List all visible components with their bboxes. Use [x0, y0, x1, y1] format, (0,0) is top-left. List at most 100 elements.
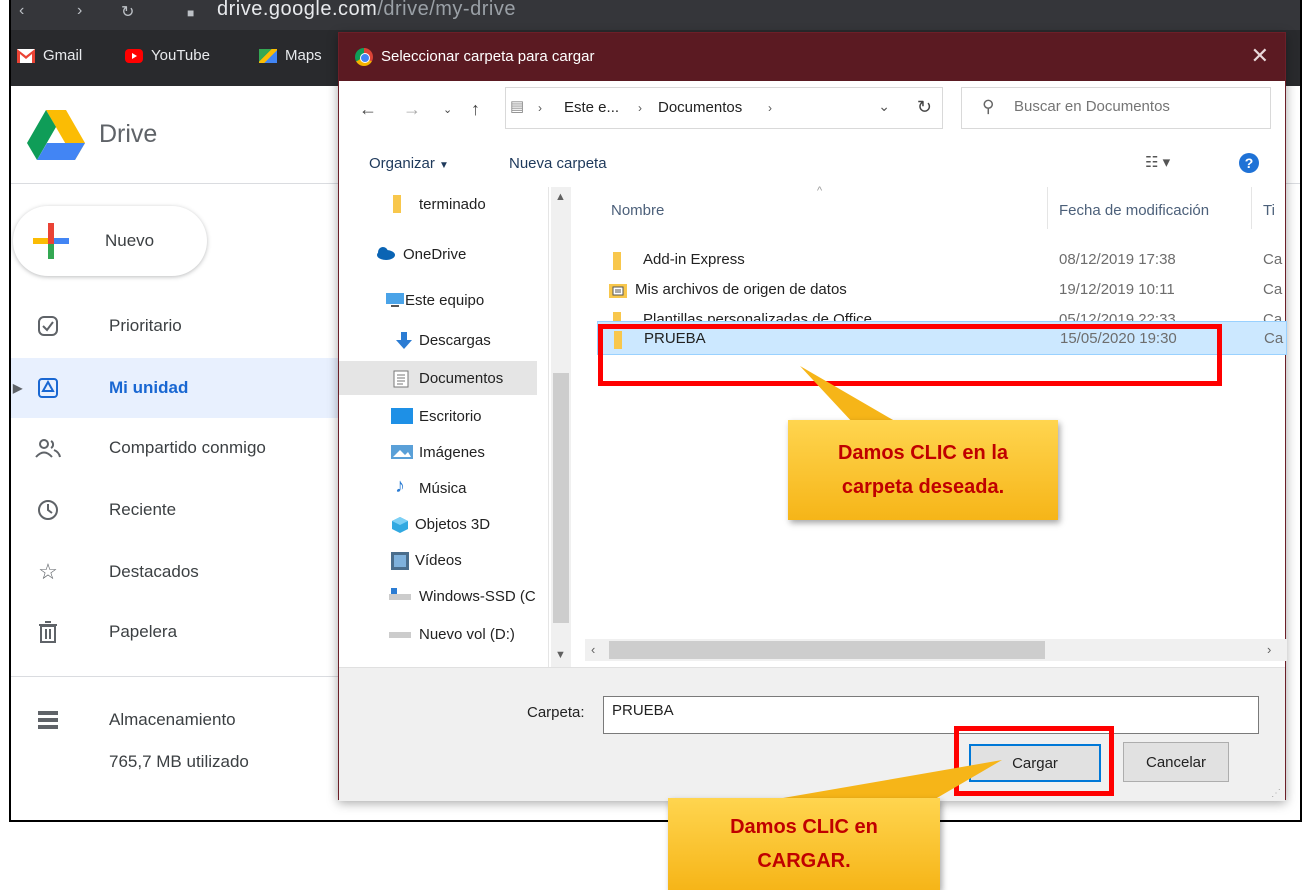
- up-arrow-icon[interactable]: ↑: [471, 99, 480, 120]
- bookmark-maps[interactable]: Maps: [259, 47, 322, 64]
- forward-arrow-icon[interactable]: →: [403, 99, 421, 120]
- data-folder-icon: [609, 282, 627, 298]
- navigation-pane: terminado OneDrive Este equipo Descargas…: [339, 187, 549, 667]
- tree-item-objetos-3d[interactable]: Objetos 3D: [339, 507, 537, 541]
- chevron-right-icon[interactable]: ›: [638, 101, 642, 115]
- tree-item-videos[interactable]: Vídeos: [339, 543, 537, 577]
- help-icon[interactable]: ?: [1239, 153, 1259, 173]
- chevron-right-icon[interactable]: ›: [768, 101, 772, 115]
- resize-grip-icon[interactable]: ⋰: [1271, 788, 1281, 799]
- new-button[interactable]: Nuevo: [13, 206, 207, 276]
- folder-icon: [393, 195, 401, 213]
- video-icon: [391, 552, 409, 570]
- dropdown-arrow-icon: ▼: [439, 160, 449, 171]
- column-header-date[interactable]: Fecha de modificación: [1059, 202, 1209, 219]
- horizontal-scroll-thumb[interactable]: [609, 641, 1045, 659]
- file-row[interactable]: Plantillas personalizadas de Office 05/1…: [585, 303, 1285, 323]
- sort-up-icon: ^: [817, 185, 823, 197]
- back-arrow-icon[interactable]: ←: [359, 99, 377, 120]
- horizontal-scrollbar[interactable]: ‹ ›: [585, 639, 1287, 661]
- column-separator[interactable]: [1047, 187, 1048, 229]
- callout-folder: Damos CLIC en la carpeta deseada.: [788, 420, 1058, 520]
- view-options-icon[interactable]: ☷ ▾: [1145, 153, 1170, 171]
- folder-label: Carpeta:: [527, 704, 585, 721]
- chevron-right-icon[interactable]: ›: [538, 101, 542, 115]
- address-row: ← → ⌄ ↑ ▤ › Este e... › Documentos › ⌄ ↻…: [339, 81, 1285, 143]
- location-icon: ▤: [510, 98, 525, 115]
- close-icon[interactable]: ✕: [1251, 43, 1269, 69]
- nav-mi-unidad[interactable]: ▶ Mi unidad: [11, 358, 371, 418]
- folder-icon: [613, 252, 621, 270]
- cancel-button[interactable]: Cancelar: [1123, 742, 1229, 782]
- tree-item-onedrive[interactable]: OneDrive: [339, 237, 537, 271]
- file-row[interactable]: Mis archivos de origen de datos 19/12/20…: [585, 273, 1285, 307]
- dialog-titlebar: Seleccionar carpeta para cargar ✕: [339, 33, 1285, 81]
- chrome-icon: [355, 48, 373, 66]
- new-folder-button[interactable]: Nueva carpeta: [509, 155, 607, 172]
- scroll-right-icon[interactable]: ›: [1267, 642, 1271, 657]
- check-circle-icon: [35, 313, 61, 339]
- tree-item-descargas[interactable]: Descargas: [339, 323, 537, 357]
- storage-item[interactable]: [11, 690, 91, 750]
- bookmark-gmail[interactable]: Gmail: [17, 47, 82, 64]
- refresh-icon[interactable]: ↻: [917, 97, 932, 118]
- scroll-up-icon[interactable]: ▲: [555, 191, 566, 203]
- download-icon: [395, 332, 413, 349]
- column-header-name[interactable]: Nombre: [611, 202, 664, 219]
- address-bar[interactable]: ▤ › Este e... › Documentos › ⌄ ↻: [505, 87, 943, 129]
- cloud-icon: [375, 246, 395, 262]
- storage-used: 765,7 MB utilizado: [109, 752, 249, 771]
- recent-dropdown-icon[interactable]: ⌄: [443, 103, 452, 116]
- plus-icon: [33, 223, 69, 259]
- youtube-icon: [125, 48, 143, 63]
- dialog-title: Seleccionar carpeta para cargar: [381, 48, 595, 65]
- maps-icon: [259, 48, 277, 63]
- drive-c-icon: [389, 588, 411, 604]
- tree-item-windows-ssd[interactable]: Windows-SSD (C: [339, 579, 537, 613]
- trash-icon: [35, 619, 61, 645]
- forward-icon[interactable]: ›: [77, 2, 82, 20]
- nav-reciente[interactable]: Reciente: [11, 480, 371, 540]
- file-row[interactable]: Add-in Express 08/12/2019 17:38 Ca: [585, 243, 1285, 277]
- drive-logo-icon[interactable]: [27, 110, 85, 165]
- drive-d-icon: [389, 626, 411, 642]
- reload-icon[interactable]: ↻: [121, 2, 134, 22]
- star-icon: ☆: [38, 559, 58, 584]
- tree-item-documentos[interactable]: Documentos: [339, 361, 537, 395]
- tree-item-escritorio[interactable]: Escritorio: [339, 399, 537, 433]
- bookmark-youtube[interactable]: YouTube: [125, 47, 210, 64]
- column-separator[interactable]: [1251, 187, 1252, 229]
- callout-upload: Damos CLIC en CARGAR.: [668, 798, 940, 890]
- folder-input[interactable]: [603, 696, 1259, 734]
- nav-destacados[interactable]: ☆ Destacados: [11, 542, 371, 602]
- back-icon[interactable]: ‹: [19, 2, 24, 20]
- scroll-down-icon[interactable]: ▼: [555, 649, 566, 661]
- search-box[interactable]: ⚲: [961, 87, 1271, 129]
- scroll-left-icon[interactable]: ‹: [591, 642, 595, 657]
- search-input[interactable]: [1014, 98, 1254, 115]
- drive-title: Drive: [99, 120, 158, 148]
- tree-item-musica[interactable]: ♪ Música: [339, 471, 537, 505]
- nav-papelera[interactable]: Papelera: [11, 602, 371, 662]
- breadcrumb-este-equipo[interactable]: Este e...: [564, 99, 619, 116]
- breadcrumb-documentos[interactable]: Documentos: [658, 99, 742, 116]
- tree-item-terminado[interactable]: terminado: [339, 187, 537, 221]
- tree-item-nuevo-vol[interactable]: Nuevo vol (D:): [339, 617, 537, 651]
- lock-icon: ■: [187, 6, 195, 20]
- nav-prioritario[interactable]: Prioritario: [11, 296, 371, 356]
- organize-button[interactable]: Organizar ▼: [369, 155, 449, 172]
- tree-item-este-equipo[interactable]: Este equipo: [339, 283, 537, 317]
- caret-right-icon[interactable]: ▶: [13, 381, 22, 395]
- chevron-down-icon[interactable]: ⌄: [878, 98, 890, 115]
- column-header-type[interactable]: Ti: [1263, 202, 1275, 219]
- url-text[interactable]: drive.google.com/drive/my-drive: [217, 0, 516, 21]
- storage-label: Almacenamiento: [109, 710, 236, 729]
- people-icon: [35, 435, 61, 461]
- storage-icon: [35, 707, 61, 733]
- scroll-thumb[interactable]: [553, 373, 569, 623]
- tree-item-imagenes[interactable]: Imágenes: [339, 435, 537, 469]
- music-icon: ♪: [395, 475, 405, 497]
- navigation-scrollbar[interactable]: ▲ ▼: [551, 187, 571, 667]
- drive-icon: [35, 375, 61, 401]
- nav-compartido[interactable]: Compartido conmigo: [11, 418, 371, 478]
